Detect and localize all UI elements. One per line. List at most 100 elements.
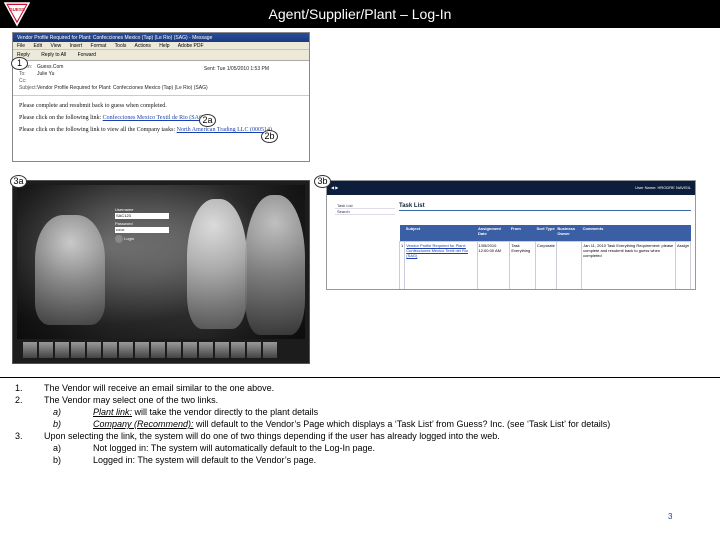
- item-text: Logged in: The system will default to th…: [93, 455, 317, 465]
- photo-figure: [35, 215, 105, 325]
- subject-value: Vendor Profile Required for Plant: Confe…: [37, 85, 208, 91]
- username-input[interactable]: SAC123: [115, 213, 169, 219]
- email-line-2: Please click on the following link: Conf…: [19, 114, 303, 122]
- cc-label: Cc:: [19, 78, 27, 84]
- user-name: User Name: HRODRE NAVISIL: [635, 185, 691, 190]
- login-label: Login: [124, 236, 134, 242]
- photo-figure: [187, 199, 247, 329]
- item-text: Not logged in: The system will automatic…: [93, 443, 375, 453]
- sent-field: Sent: Tue 1/05/2010 1:53 PM: [204, 66, 269, 73]
- instruction-item: 2. The Vendor may select one of the two l…: [15, 394, 705, 406]
- column-header[interactable]: Comments: [581, 225, 676, 241]
- column-header[interactable]: Sort Type: [535, 225, 557, 241]
- guess-logo-small-icon: ◀ ▶: [331, 185, 339, 190]
- instructions: 1. The Vendor will receive an email simil…: [15, 382, 705, 466]
- table-cell: Corporate: [535, 240, 557, 289]
- task-sidebar: Task List Search: [335, 203, 395, 215]
- thumbnail[interactable]: [103, 342, 117, 358]
- reply-all-button[interactable]: Reply to All: [41, 52, 66, 58]
- item-number: 3.: [15, 431, 23, 441]
- column-header[interactable]: Subject: [404, 225, 477, 241]
- assign-button[interactable]: Assign: [674, 240, 692, 289]
- thumbnail[interactable]: [247, 342, 261, 358]
- menu-item[interactable]: Actions: [134, 43, 150, 49]
- from-value: Guess.Com: [37, 64, 64, 70]
- item-text: The Vendor may select one of the two lin…: [44, 395, 219, 405]
- menu-item[interactable]: Tools: [115, 43, 127, 49]
- callout-marker-2b: 2b: [261, 130, 278, 143]
- login-form: Username SAC123 Password •••••• Login: [115, 207, 169, 243]
- thumbnail[interactable]: [55, 342, 69, 358]
- table-row[interactable]: 1 Vendor Profile Required for Plant: Con…: [398, 240, 692, 289]
- task-top-bar: ◀ ▶ User Name: HRODRE NAVISIL: [327, 181, 695, 195]
- item-text: will take the vendor directly to the pla…: [132, 407, 319, 417]
- menu-item[interactable]: Format: [91, 43, 107, 49]
- callout-marker-2a: 2a: [199, 114, 216, 127]
- photo-figure: [245, 195, 305, 335]
- company-link-label: Company (Recommend):: [93, 419, 194, 429]
- thumbnail[interactable]: [199, 342, 213, 358]
- item-number: a): [53, 407, 62, 417]
- column-header: [675, 225, 691, 241]
- plant-link-label: Plant link:: [93, 407, 133, 417]
- sent-value: Tue 1/05/2010 1:53 PM: [216, 66, 269, 72]
- thumbnail[interactable]: [215, 342, 229, 358]
- thumbnail[interactable]: [167, 342, 181, 358]
- table-cell: Task Everything: [509, 240, 537, 289]
- column-header[interactable]: Assignment Date: [477, 225, 510, 241]
- column-header[interactable]: Business Owner: [556, 225, 582, 241]
- thumbnail[interactable]: [151, 342, 165, 358]
- slide-title: Agent/Supplier/Plant – Log-In: [268, 6, 452, 22]
- item-number: 1.: [15, 383, 23, 393]
- instruction-subitem: b) Logged in: The system will default to …: [15, 454, 705, 466]
- menu-item[interactable]: Edit: [33, 43, 42, 49]
- thumbnail[interactable]: [231, 342, 245, 358]
- comments-cell: Jan 11, 2010 Task Everything Requirement…: [581, 240, 676, 289]
- forward-button[interactable]: Forward: [78, 52, 96, 58]
- login-page-screenshot: Username SAC123 Password •••••• Login: [12, 180, 310, 364]
- email-headers: From:Guess.Com To:Julie Yu Cc: Subject:V…: [13, 61, 309, 96]
- sent-label: Sent:: [203, 66, 216, 72]
- thumbnail[interactable]: [263, 342, 277, 358]
- login-button[interactable]: Login: [115, 235, 169, 243]
- thumbnail[interactable]: [135, 342, 149, 358]
- login-arrow-icon: [115, 235, 123, 243]
- sidebar-item-search[interactable]: Search: [335, 209, 395, 215]
- plant-link[interactable]: Confecciones Mexico Textil de Rio (SAG): [103, 115, 206, 121]
- task-subject-link[interactable]: Vendor Profile Required for Plant: Confe…: [404, 240, 478, 289]
- item-number: b): [53, 419, 62, 429]
- table-cell: 1/05/2010 12:00:00 AM: [476, 240, 511, 289]
- item-number: b): [53, 455, 62, 465]
- callout-marker-1: 1: [11, 57, 28, 70]
- item-text: Upon selecting the link, the system will…: [44, 431, 500, 441]
- menu-item[interactable]: File: [17, 43, 25, 49]
- thumbnail[interactable]: [71, 342, 85, 358]
- task-table: Subject Assignment Date From Sort Type B…: [398, 225, 692, 289]
- company-link[interactable]: North American Trading LLC (000514): [177, 127, 272, 133]
- thumbnail[interactable]: [87, 342, 101, 358]
- header-bar: GUESS Agent/Supplier/Plant – Log-In: [0, 0, 720, 28]
- instruction-item: 3. Upon selecting the link, the system wi…: [15, 430, 705, 442]
- instruction-subitem: b) Company (Recommend): will default to t…: [15, 418, 705, 430]
- password-input[interactable]: ••••••: [115, 227, 169, 233]
- column-header[interactable]: From: [509, 225, 536, 241]
- thumbnail[interactable]: [183, 342, 197, 358]
- email-line-3: Please click on the following link to vi…: [19, 126, 303, 134]
- to-value: Julie Yu: [37, 71, 55, 77]
- menu-item[interactable]: Insert: [70, 43, 83, 49]
- thumbnail[interactable]: [119, 342, 133, 358]
- callout-marker-3b: 3b: [314, 175, 331, 188]
- subject-label: Subject:: [19, 85, 38, 91]
- thumbnail[interactable]: [23, 342, 37, 358]
- instruction-subitem: a) Not logged in: The system will automat…: [15, 442, 705, 454]
- menu-item[interactable]: Adobe PDF: [178, 43, 204, 49]
- email-line-3-text: Please click on the following link to vi…: [19, 127, 177, 133]
- thumbnail[interactable]: [39, 342, 53, 358]
- task-main: Task List Subject Assignment Date From S…: [398, 203, 692, 289]
- email-line-2-text: Please click on the following link:: [19, 115, 103, 121]
- email-window-title: Vendor Profile Required for Plant: Confe…: [13, 33, 309, 42]
- menu-item[interactable]: Help: [159, 43, 169, 49]
- page-number: 3: [668, 512, 673, 521]
- callout-marker-3a: 3a: [10, 175, 27, 188]
- menu-item[interactable]: View: [50, 43, 61, 49]
